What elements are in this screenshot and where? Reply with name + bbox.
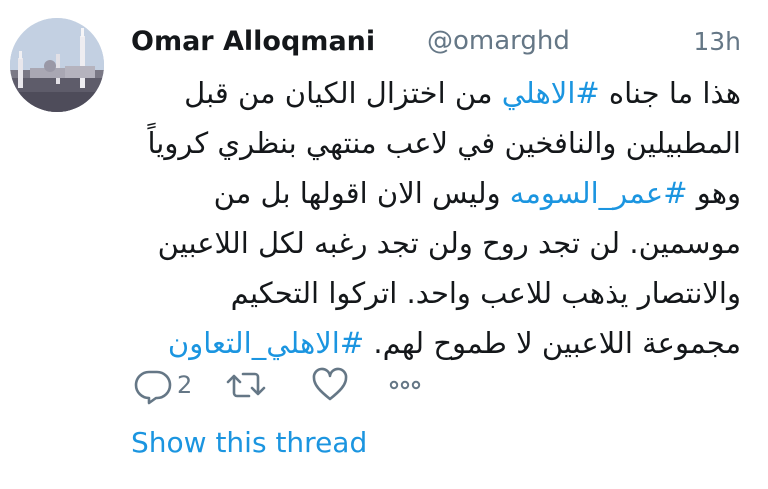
- like-button[interactable]: [310, 365, 350, 405]
- author-handle[interactable]: @omarghd: [427, 26, 570, 56]
- retweet-button[interactable]: [225, 365, 267, 405]
- hashtag-link[interactable]: #عمر_السومه: [510, 176, 688, 210]
- show-thread-link[interactable]: Show this thread: [131, 426, 367, 459]
- retweet-icon: [225, 365, 267, 405]
- hashtag-link[interactable]: #الاهلي_التعاون: [168, 326, 364, 360]
- avatar[interactable]: [10, 18, 104, 112]
- heart-icon: [310, 365, 350, 405]
- tweet-actions: 2: [133, 365, 453, 405]
- reply-count: 2: [177, 371, 193, 399]
- tweet-text-segment: هذا ما جناه: [599, 76, 741, 110]
- avatar-image: [10, 18, 104, 112]
- reply-icon: [133, 365, 173, 405]
- more-button[interactable]: [385, 365, 425, 405]
- tweet-text: هذا ما جناه #الاهلي من اختزال الكيان من …: [131, 68, 741, 368]
- tweet: Omar Alloqmani @omarghd 13h هذا ما جناه …: [0, 0, 768, 489]
- author-name[interactable]: Omar Alloqmani: [131, 26, 375, 57]
- reply-button[interactable]: 2: [133, 365, 192, 405]
- tweet-header: Omar Alloqmani @omarghd 13h: [131, 24, 741, 64]
- hashtag-link[interactable]: #الاهلي: [502, 76, 600, 110]
- tweet-timestamp[interactable]: 13h: [693, 27, 741, 56]
- more-icon: [385, 365, 425, 405]
